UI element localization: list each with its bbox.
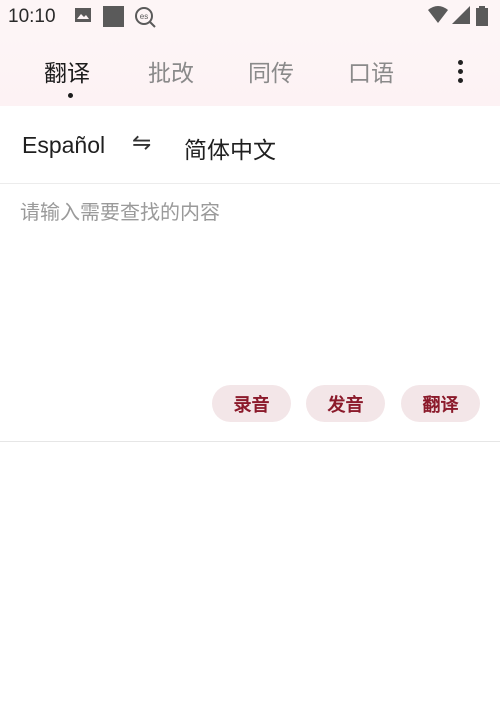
active-tab-indicator	[68, 93, 73, 98]
tab-correct[interactable]: 批改	[148, 54, 194, 88]
pronounce-button[interactable]: 发音	[306, 385, 385, 422]
translation-input[interactable]	[20, 196, 480, 366]
record-button[interactable]: 录音	[212, 385, 291, 422]
status-time: 10:10	[8, 6, 56, 27]
es-icon: es	[135, 7, 156, 28]
divider	[0, 441, 500, 442]
battery-icon	[476, 6, 488, 26]
tab-interpret[interactable]: 同传	[248, 54, 294, 88]
signal-icon	[452, 6, 470, 24]
more-vertical-icon-dot	[458, 69, 463, 74]
translate-button[interactable]: 翻译	[401, 385, 480, 422]
more-vertical-icon-dot	[458, 78, 463, 83]
tab-translate[interactable]: 翻译	[44, 54, 90, 88]
language-bar: Español ⇋ 简体中文	[0, 106, 500, 184]
swap-languages-button[interactable]: ⇋	[132, 130, 151, 156]
tab-bar: 翻译 批改 同传 口语	[0, 34, 500, 106]
more-button[interactable]	[446, 54, 476, 90]
svg-text:es: es	[140, 12, 148, 21]
image-icon	[75, 8, 91, 22]
source-language-button[interactable]: Español	[22, 132, 105, 159]
wifi-icon	[428, 6, 448, 23]
square-icon	[103, 6, 124, 27]
status-bar: 10:10 es	[0, 0, 500, 34]
tab-speaking[interactable]: 口语	[348, 54, 394, 88]
more-vertical-icon	[458, 60, 463, 65]
target-language-button[interactable]: 简体中文	[184, 131, 276, 165]
